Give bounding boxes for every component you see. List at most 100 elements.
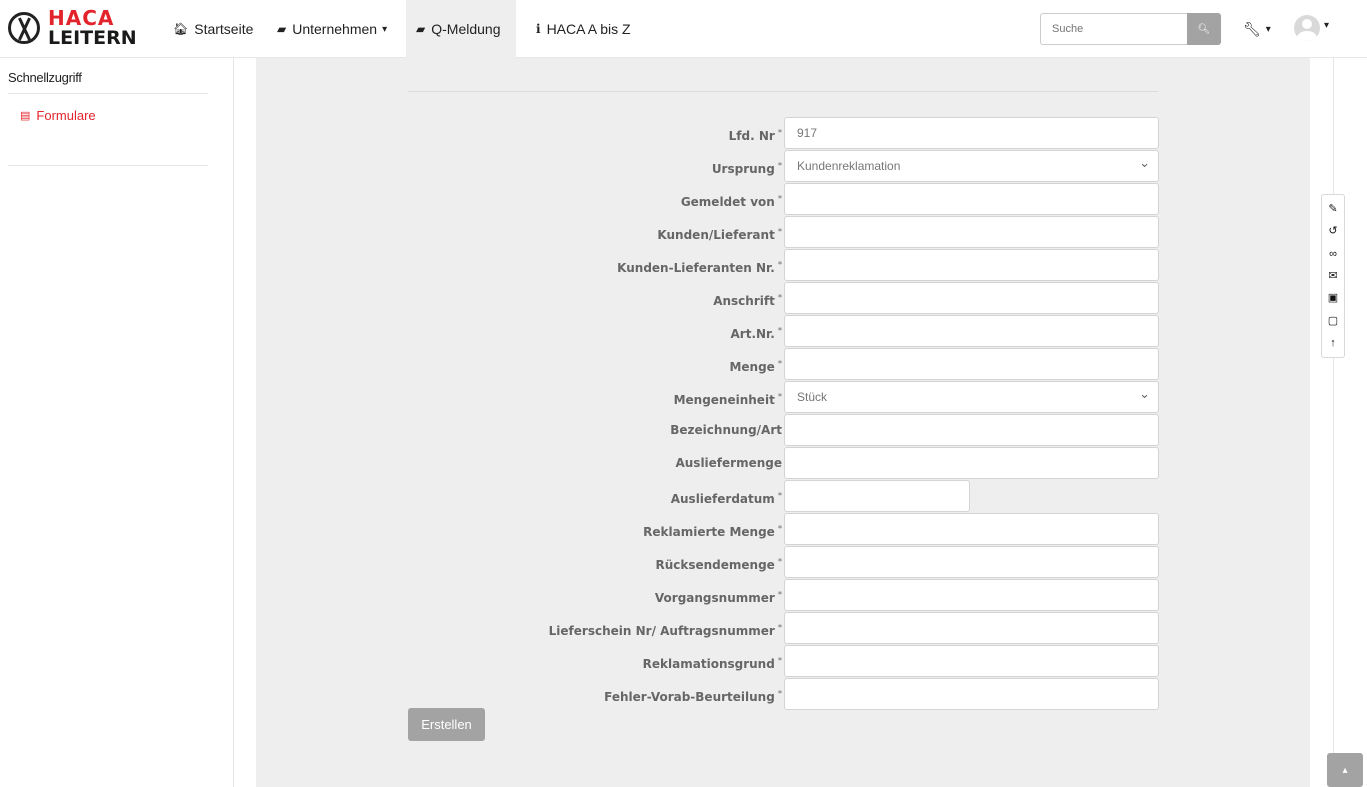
field-label: Menge * bbox=[729, 348, 782, 380]
field-label-text: Mengeneinheit bbox=[673, 393, 775, 407]
required-marker: * bbox=[777, 557, 782, 566]
required-marker: * bbox=[777, 524, 782, 533]
form-row: Lfd. Nr * 917 bbox=[256, 117, 1310, 150]
field-label-text: Anschrift bbox=[713, 294, 775, 308]
field-label: Art.Nr. * bbox=[731, 315, 783, 347]
field-label: Anschrift * bbox=[713, 282, 782, 314]
required-marker: * bbox=[777, 689, 782, 698]
search-input[interactable] bbox=[1040, 13, 1187, 45]
form-row: Mengeneinheit * Stück bbox=[256, 379, 1310, 414]
form-row: Menge * bbox=[256, 348, 1310, 381]
nav-item-q-meldung[interactable]: ▰ Q-Meldung bbox=[406, 0, 516, 58]
book-icon: ▰ bbox=[277, 22, 287, 36]
text-field[interactable] bbox=[784, 447, 1159, 479]
required-marker: * bbox=[777, 326, 782, 335]
field-label: Rücksendemenge * bbox=[655, 546, 782, 578]
form-row: Kunden/Lieferant * bbox=[256, 216, 1310, 249]
chevron-down-icon[interactable]: ▾ bbox=[1324, 20, 1329, 31]
page-icon[interactable]: ▢ bbox=[1328, 315, 1338, 327]
field-label-text: Vorgangsnummer bbox=[654, 591, 775, 605]
chevron-up-icon: ▴ bbox=[1342, 764, 1348, 776]
text-field[interactable] bbox=[784, 612, 1159, 644]
sidebar-item-formulare[interactable]: ▤ Formulare bbox=[20, 108, 96, 123]
field-label: Ausliefermenge bbox=[675, 447, 782, 479]
search-icon: 🔍︎ bbox=[1197, 23, 1211, 35]
user-avatar[interactable] bbox=[1294, 15, 1320, 41]
text-field[interactable]: 917 bbox=[784, 117, 1159, 149]
field-label: Fehler-Vorab-Beurteilung * bbox=[604, 678, 782, 710]
wrench-icon: 🔧︎ bbox=[1243, 20, 1261, 37]
tools-menu[interactable]: 🔧︎ ▾ bbox=[1243, 18, 1271, 40]
select-field[interactable]: Kundenreklamation bbox=[784, 148, 1159, 182]
select-field[interactable]: Stück bbox=[784, 379, 1159, 413]
required-marker: * bbox=[777, 260, 782, 269]
field-label: Reklamationsgrund * bbox=[643, 645, 782, 677]
form-row: Art.Nr. * bbox=[256, 315, 1310, 348]
nav-item-unternehmen[interactable]: ▰ Unternehmen ▾ bbox=[267, 0, 397, 58]
logo-text-haca: HACA bbox=[48, 6, 115, 30]
text-field[interactable] bbox=[784, 546, 1159, 578]
erstellen-button[interactable]: Erstellen bbox=[408, 708, 485, 741]
required-marker: * bbox=[777, 194, 782, 203]
sidebar-title: Schnellzugriff bbox=[8, 70, 82, 85]
text-field[interactable] bbox=[784, 216, 1159, 248]
required-marker: * bbox=[777, 128, 782, 137]
field-label: Ursprung * bbox=[712, 150, 782, 182]
form-row: Gemeldet von * bbox=[256, 183, 1310, 216]
field-label: Reklamierte Menge * bbox=[643, 513, 782, 545]
form-row: Reklamierte Menge * bbox=[256, 513, 1310, 546]
required-marker: * bbox=[777, 293, 782, 302]
text-field[interactable] bbox=[784, 678, 1159, 710]
arrow-up-icon[interactable]: ↑ bbox=[1330, 337, 1336, 349]
field-label: Mengeneinheit * bbox=[674, 381, 782, 413]
chevron-down-icon: ▾ bbox=[382, 23, 388, 35]
text-field[interactable] bbox=[784, 579, 1159, 611]
floating-toolbar: ✎ ↺ ∞ ✉ ▣ ▢ ↑ bbox=[1321, 194, 1345, 358]
nav-item-haca-a-bis-z[interactable]: i HACA A bis Z bbox=[526, 0, 641, 58]
field-label-text: Bezeichnung/Art bbox=[670, 423, 782, 437]
field-label-text: Reklamationsgrund bbox=[642, 657, 775, 671]
haca-logo[interactable]: HACA LEITERN bbox=[8, 6, 137, 49]
field-label: Kunden-Lieferanten Nr. * bbox=[617, 249, 782, 281]
required-marker: * bbox=[777, 590, 782, 599]
history-icon[interactable]: ↺ bbox=[1328, 225, 1337, 237]
text-field[interactable] bbox=[784, 348, 1159, 380]
required-marker: * bbox=[777, 161, 782, 170]
mail-icon[interactable]: ✉ bbox=[1328, 270, 1337, 282]
sidebar: Schnellzugriff ▤ Formulare bbox=[0, 58, 234, 787]
text-field[interactable] bbox=[784, 249, 1159, 281]
nav-item-label: HACA A bis Z bbox=[546, 21, 631, 37]
field-label-text: Lfd. Nr bbox=[728, 129, 775, 143]
field-label-text: Rücksendemenge bbox=[655, 558, 775, 572]
form-icon: ▤ bbox=[20, 110, 31, 122]
field-label-text: Menge bbox=[729, 360, 775, 374]
text-field[interactable] bbox=[784, 513, 1159, 545]
link-icon[interactable]: ∞ bbox=[1329, 248, 1337, 260]
text-field[interactable] bbox=[784, 183, 1159, 215]
top-navbar: HACA LEITERN 🏠︎ Startseite ▰ Unternehmen… bbox=[0, 0, 1367, 58]
form-row: Fehler-Vorab-Beurteilung * bbox=[256, 678, 1310, 711]
chevron-down-icon: ▾ bbox=[1265, 23, 1271, 35]
form-row: Reklamationsgrund * bbox=[256, 645, 1310, 678]
sidebar-item-label: Formulare bbox=[36, 108, 96, 123]
required-marker: * bbox=[777, 491, 782, 500]
form-row: Ursprung * Kundenreklamation bbox=[256, 148, 1310, 183]
field-label: Lieferschein Nr/ Auftragsnummer * bbox=[549, 612, 782, 644]
info-icon: i bbox=[536, 22, 541, 36]
form-row: Vorgangsnummer * bbox=[256, 579, 1310, 612]
field-label-text: Lieferschein Nr/ Auftragsnummer bbox=[548, 624, 775, 638]
search-button[interactable]: 🔍︎ bbox=[1187, 13, 1221, 45]
field-label-text: Art.Nr. bbox=[730, 327, 775, 341]
text-field[interactable] bbox=[784, 645, 1159, 677]
edit-icon[interactable]: ✎ bbox=[1328, 203, 1337, 215]
scroll-to-top-button[interactable]: ▴ bbox=[1327, 753, 1363, 787]
pdf-icon[interactable]: ▣ bbox=[1328, 292, 1338, 304]
form-row: Ausliefermenge bbox=[256, 447, 1310, 480]
text-field[interactable] bbox=[784, 282, 1159, 314]
date-field[interactable] bbox=[784, 480, 970, 512]
main-content: Lfd. Nr*917Ursprung*KundenreklamationGem… bbox=[256, 58, 1310, 787]
nav-item-startseite[interactable]: 🏠︎ Startseite bbox=[163, 0, 263, 58]
text-field[interactable] bbox=[784, 315, 1159, 347]
field-label: Gemeldet von * bbox=[681, 183, 782, 215]
text-field[interactable] bbox=[784, 414, 1159, 446]
